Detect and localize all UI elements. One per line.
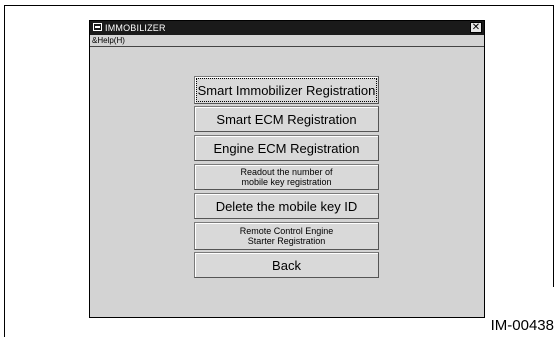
immobilizer-window: IMMOBILIZER ✕ &Help(H) Smart Immobilizer… (89, 20, 485, 318)
readout-mobile-key-registration-button[interactable]: Readout the number of mobile key registr… (194, 164, 379, 190)
close-button[interactable]: ✕ (470, 22, 482, 33)
smart-immobilizer-registration-label: Smart Immobilizer Registration (197, 82, 376, 98)
delete-mobile-key-id-label: Delete the mobile key ID (215, 198, 358, 214)
figure-frame-left (4, 5, 5, 337)
readout-label-line1: Readout the number of (240, 167, 333, 177)
button-panel: Smart Immobilizer Registration Smart ECM… (90, 47, 484, 317)
back-button[interactable]: Back (194, 252, 379, 278)
window-title: IMMOBILIZER (105, 23, 166, 33)
readout-label-line2: mobile key registration (241, 177, 332, 187)
remote-label-line1: Remote Control Engine (239, 226, 334, 236)
menu-help[interactable]: &Help(H) (92, 35, 125, 47)
figure-id: IM-00438 (490, 317, 554, 334)
figure-frame-top (4, 5, 554, 6)
delete-mobile-key-id-button[interactable]: Delete the mobile key ID (194, 193, 379, 219)
menu-bar: &Help(H) (90, 35, 484, 47)
app-icon (93, 23, 102, 31)
back-label: Back (272, 257, 301, 273)
title-bar: IMMOBILIZER ✕ (90, 21, 484, 35)
smart-immobilizer-registration-button[interactable]: Smart Immobilizer Registration (194, 76, 379, 104)
smart-ecm-registration-button[interactable]: Smart ECM Registration (194, 106, 379, 132)
engine-ecm-registration-button[interactable]: Engine ECM Registration (194, 135, 379, 161)
smart-ecm-registration-label: Smart ECM Registration (216, 111, 357, 127)
close-icon: ✕ (471, 22, 481, 33)
engine-ecm-registration-label: Engine ECM Registration (213, 140, 360, 156)
remote-label-line2: Starter Registration (247, 236, 326, 246)
remote-control-engine-starter-registration-button[interactable]: Remote Control Engine Starter Registrati… (194, 222, 379, 250)
figure-frame-right (553, 5, 554, 287)
